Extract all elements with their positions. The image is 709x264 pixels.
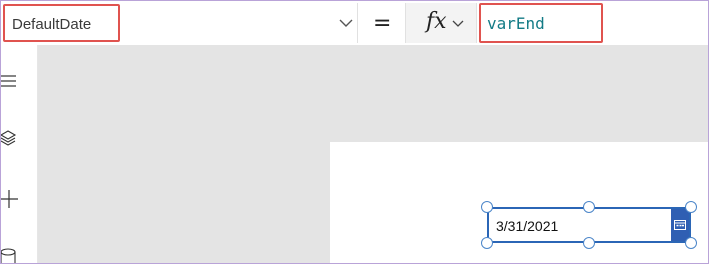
date-picker-value: 3/31/2021 [496, 218, 559, 234]
resize-handle-bottom-center[interactable] [583, 237, 595, 249]
property-dropdown-value: DefaultDate [12, 16, 92, 33]
database-icon[interactable] [1, 247, 21, 264]
hamburger-menu-icon[interactable] [1, 71, 21, 91]
fx-button[interactable]: fx [405, 3, 477, 43]
chevron-down-icon [452, 20, 464, 27]
calendar-icon [674, 220, 686, 230]
calendar-button[interactable] [671, 209, 689, 241]
app-screen[interactable] [330, 142, 708, 263]
layers-icon[interactable] [1, 129, 21, 149]
formula-bar: DefaultDate = fx varEnd [1, 1, 708, 46]
app-window: DefaultDate = fx varEnd 3/31/2021 [0, 0, 709, 264]
fx-icon: fx [426, 9, 447, 34]
plus-icon[interactable] [1, 189, 21, 209]
formula-text: varEnd [487, 14, 545, 33]
resize-handle-top-center[interactable] [583, 201, 595, 213]
resize-handle-top-left[interactable] [481, 201, 493, 213]
chevron-down-icon[interactable] [339, 18, 353, 28]
resize-handle-top-right[interactable] [685, 201, 697, 213]
resize-handle-bottom-right[interactable] [685, 237, 697, 249]
equals-sign: = [373, 11, 392, 36]
left-rail [1, 45, 38, 264]
resize-handle-bottom-left[interactable] [481, 237, 493, 249]
formula-input[interactable]: varEnd [479, 3, 603, 43]
property-dropdown[interactable]: DefaultDate [3, 3, 358, 43]
